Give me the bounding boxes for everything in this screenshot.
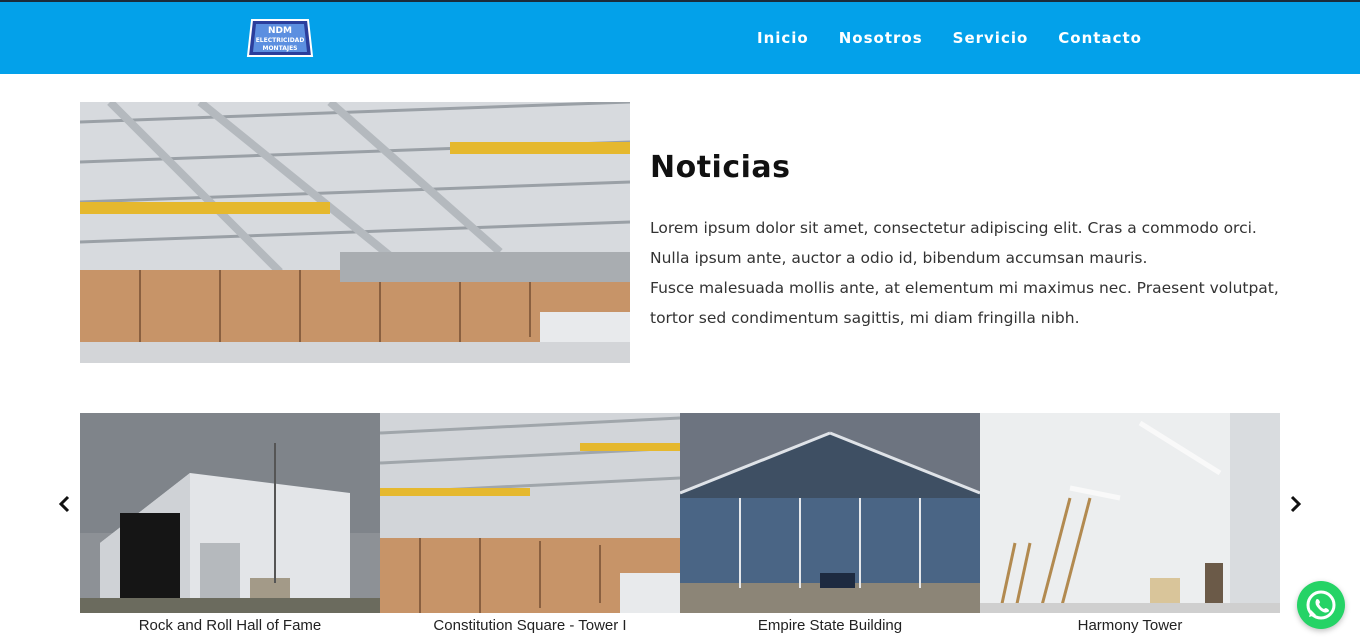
news-line-3: Fusce malesuada mollis ante, at elementu… [650,279,1279,297]
news-image [80,102,630,363]
news-body: Lorem ipsum dolor sit amet, consectetur … [650,213,1290,333]
main-nav: Inicio Nosotros Servicio Contacto [757,29,1172,47]
slide-caption: Harmony Tower [1077,617,1183,634]
carousel-slide[interactable]: Rock and Roll Hall of Fame [80,413,380,641]
nav-inicio[interactable]: Inicio [757,29,809,47]
carousel-slide[interactable]: Constitution Square - Tower I [380,413,680,641]
carousel-next-button[interactable] [1287,494,1303,514]
slide-caption: Empire State Building [757,617,903,634]
nav-servicio[interactable]: Servicio [953,29,1029,47]
slide-image [380,413,680,613]
svg-text:MONTAJES: MONTAJES [262,45,297,52]
slide-image [680,413,980,613]
carousel-slide[interactable]: Harmony Tower [980,413,1280,641]
company-logo[interactable]: NDM ELECTRICIDAD MONTAJES [246,16,314,60]
news-line-2: Nulla ipsum ante, auctor a odio id, bibe… [650,249,1148,267]
whatsapp-icon [1306,590,1336,620]
nav-nosotros[interactable]: Nosotros [839,29,923,47]
slide-caption: Rock and Roll Hall of Fame [138,617,322,634]
carousel-prev-button[interactable] [57,494,73,514]
project-carousel: Rock and Roll Hall of Fame Constitution … [80,413,1280,641]
slide-caption: Constitution Square - Tower I [433,617,627,634]
news-line-1: Lorem ipsum dolor sit amet, consectetur … [650,219,1257,237]
whatsapp-button[interactable] [1297,581,1345,629]
nav-contacto[interactable]: Contacto [1058,29,1142,47]
slide-image [980,413,1280,613]
news-title: Noticias [650,150,791,185]
chevron-left-icon [58,495,70,513]
svg-text:NDM: NDM [268,26,292,36]
site-header: NDM ELECTRICIDAD MONTAJES Inicio Nosotro… [0,0,1360,74]
slide-image [80,413,380,613]
svg-text:ELECTRICIDAD: ELECTRICIDAD [256,37,305,44]
carousel-slide[interactable]: Empire State Building [680,413,980,641]
chevron-right-icon [1290,495,1302,513]
news-line-4: tortor sed condimentum sagittis, mi diam… [650,309,1080,327]
